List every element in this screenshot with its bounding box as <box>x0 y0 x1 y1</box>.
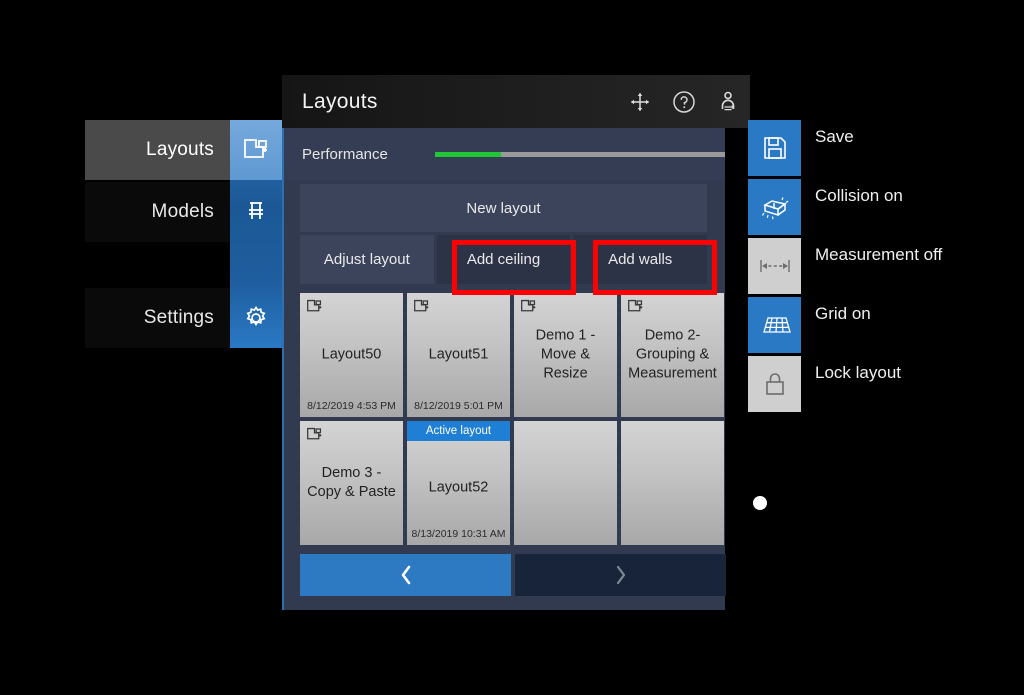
layout-card-active[interactable]: Active layout Layout52 8/13/2019 10:31 A… <box>407 421 510 545</box>
chevron-right-icon <box>611 562 631 588</box>
toolbar-item-save-label: Save <box>815 127 854 146</box>
layout-card-name: Layout51 <box>428 346 489 363</box>
layout-icon <box>413 298 430 315</box>
layout-icon <box>306 426 323 443</box>
layout-card-date: 8/12/2019 5:01 PM <box>414 400 503 412</box>
layout-card-name: Layout50 <box>321 346 382 363</box>
gear-icon <box>230 288 282 348</box>
panel-body: Performance New layout Adjust layout Add… <box>284 128 726 610</box>
previous-page-button[interactable] <box>300 554 511 596</box>
toolbar-item-lock[interactable]: Lock layout <box>748 356 998 412</box>
adjust-layout-button[interactable]: Adjust layout <box>300 235 434 284</box>
performance-label: Performance <box>302 145 388 163</box>
add-walls-button[interactable]: Add walls <box>573 235 708 284</box>
layout-card-name: Layout52 <box>428 479 489 496</box>
toolbar-item-measurement[interactable]: Measurement off <box>748 238 998 294</box>
chevron-left-icon <box>396 562 416 588</box>
sidebar-item-models[interactable]: Models <box>85 182 282 242</box>
move-icon[interactable] <box>618 82 662 122</box>
layout-card-date: 8/12/2019 4:53 PM <box>307 400 396 412</box>
chair-icon <box>230 182 282 242</box>
layout-card[interactable]: Layout50 8/12/2019 4:53 PM <box>300 293 403 417</box>
app-screen: Layouts Models Settings Layouts Performa… <box>0 0 1024 695</box>
layout-card[interactable]: Layout51 8/12/2019 5:01 PM <box>407 293 510 417</box>
performance-bar-fill <box>434 151 502 157</box>
layout-card[interactable]: Demo 2- Grouping & Measurement <box>621 293 724 417</box>
toolbar-item-save[interactable]: Save <box>748 120 998 176</box>
toolbar-item-measurement-label: Measurement off <box>815 245 943 264</box>
layout-card-grid: Layout50 8/12/2019 4:53 PM Layout51 8/12… <box>300 293 726 545</box>
performance-row: Performance <box>284 128 725 180</box>
toolbar-item-collision[interactable]: Collision on <box>748 179 998 235</box>
toolbar-item-lock-label: Lock layout <box>815 363 901 382</box>
toolbar-item-grid-label: Grid on <box>815 304 871 323</box>
add-ceiling-button[interactable]: Add ceiling <box>436 235 571 284</box>
layout-card[interactable]: Demo 1 - Move & Resize <box>514 293 617 417</box>
layout-card-name: Demo 2- Grouping & Measurement <box>628 327 717 382</box>
layout-card-empty[interactable] <box>621 421 724 545</box>
save-icon <box>748 120 801 176</box>
sidebar-item-layouts-label: Layouts <box>85 120 230 180</box>
layout-action-row: Adjust layout Add ceiling Add walls <box>300 235 708 284</box>
right-toolbar: Save Collision on Measurement off Grid o… <box>748 120 998 415</box>
performance-bar <box>434 151 725 157</box>
active-layout-badge: Active layout <box>407 421 510 441</box>
panel-titlebar: Layouts <box>282 75 750 128</box>
lock-icon <box>748 356 801 412</box>
layout-icon <box>230 120 282 180</box>
layout-card-empty[interactable] <box>514 421 617 545</box>
toolbar-item-collision-label: Collision on <box>815 186 903 205</box>
layout-card-name: Demo 1 - Move & Resize <box>535 327 596 382</box>
next-page-button[interactable] <box>515 554 726 596</box>
grid-icon <box>748 297 801 353</box>
layout-card[interactable]: Demo 3 - Copy & Paste <box>300 421 403 545</box>
pointer-dot <box>753 496 767 510</box>
layout-card-name: Demo 3 - Copy & Paste <box>307 465 396 500</box>
sidebar-item-layouts[interactable]: Layouts <box>85 120 282 180</box>
sidebar-item-settings[interactable]: Settings <box>85 288 282 348</box>
sidebar-item-models-label: Models <box>85 182 230 242</box>
layout-icon <box>520 298 537 315</box>
pager <box>300 554 726 596</box>
sidebar: Layouts Models Settings <box>85 120 282 348</box>
layout-icon <box>627 298 644 315</box>
toolbar-item-grid[interactable]: Grid on <box>748 297 998 353</box>
page-title: Layouts <box>302 89 378 113</box>
help-icon[interactable] <box>662 82 706 122</box>
follow-me-icon[interactable] <box>706 82 750 122</box>
collision-icon <box>748 179 801 235</box>
layout-icon <box>306 298 323 315</box>
layout-card-date: 8/13/2019 10:31 AM <box>411 528 506 540</box>
new-layout-button[interactable]: New layout <box>300 184 707 232</box>
sidebar-item-settings-label: Settings <box>85 288 230 348</box>
measurement-icon <box>748 238 801 294</box>
